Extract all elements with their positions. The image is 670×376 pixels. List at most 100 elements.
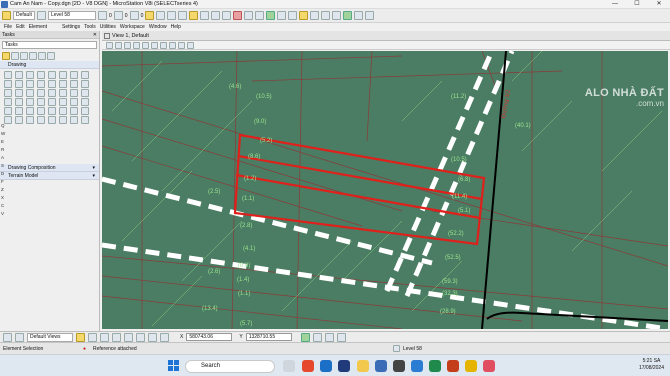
- levels-icon[interactable]: [288, 11, 298, 20]
- menu-settings[interactable]: Settings: [62, 24, 80, 30]
- measure-distance-tool-icon[interactable]: [4, 107, 12, 115]
- scale-tool-icon[interactable]: [37, 89, 45, 97]
- color-icon[interactable]: [98, 11, 107, 20]
- drop-tool-icon[interactable]: [70, 98, 78, 106]
- next-view-icon[interactable]: [169, 41, 176, 49]
- file-explorer-icon[interactable]: [357, 360, 369, 372]
- taskbar-search[interactable]: Search: [185, 360, 275, 373]
- fillet-tool-icon[interactable]: [26, 98, 34, 106]
- align-tool-icon[interactable]: [59, 116, 67, 124]
- trim-tool-icon[interactable]: [81, 89, 89, 97]
- measure-area-tool-icon[interactable]: [15, 107, 23, 115]
- y-coordinate-field[interactable]: 1328710.55: [245, 333, 292, 341]
- copy-icon[interactable]: [178, 11, 188, 20]
- system-tray-clock[interactable]: 5:21 SA 17/08/2024: [639, 358, 664, 372]
- line-style-value[interactable]: 0: [125, 13, 128, 19]
- drawing-composition-header[interactable]: Drawing Composition ▾: [0, 164, 99, 172]
- views-select[interactable]: Default Views: [27, 332, 73, 342]
- undo-icon[interactable]: [354, 11, 364, 20]
- settings-icon[interactable]: [3, 332, 12, 342]
- pattern-tool-icon[interactable]: [47, 52, 55, 60]
- zalo-icon[interactable]: [465, 360, 477, 372]
- view-attributes-icon[interactable]: [178, 41, 185, 49]
- thaw-tool-icon[interactable]: [37, 116, 45, 124]
- polygon-tool-icon[interactable]: [59, 71, 67, 79]
- delete-tool-icon[interactable]: [20, 52, 28, 60]
- view-5-button[interactable]: [124, 332, 133, 342]
- stretch-tool-icon[interactable]: [70, 116, 78, 124]
- windows-start-icon[interactable]: [168, 360, 179, 371]
- menu-utilities[interactable]: Utilities: [100, 24, 116, 30]
- line-weight-value[interactable]: 0: [141, 13, 144, 19]
- key-in-icon[interactable]: [299, 11, 309, 20]
- pattern-area-tool-icon[interactable]: [15, 116, 23, 124]
- move-icon[interactable]: [167, 11, 177, 20]
- level-display-icon[interactable]: [37, 11, 46, 20]
- array-tool-icon[interactable]: [59, 89, 67, 97]
- view-menu-icon[interactable]: [104, 33, 110, 39]
- maximize-button[interactable]: ☐: [626, 0, 648, 9]
- lock-icon[interactable]: [324, 332, 334, 342]
- multiline-tool-icon[interactable]: [26, 80, 34, 88]
- spin-tool-icon[interactable]: [81, 116, 89, 124]
- shape-tool-icon[interactable]: [81, 71, 89, 79]
- line-tool-icon[interactable]: [4, 71, 12, 79]
- pan-view-icon[interactable]: [151, 41, 158, 49]
- move-tool-icon[interactable]: [4, 89, 12, 97]
- text-icon[interactable]: [244, 11, 254, 20]
- accudraw-icon[interactable]: [310, 11, 320, 20]
- photos-icon[interactable]: [483, 360, 495, 372]
- properties-icon[interactable]: [332, 11, 342, 20]
- view-2-button[interactable]: [88, 332, 97, 342]
- menu-workspace[interactable]: Workspace: [120, 24, 145, 30]
- hatch-tool-icon[interactable]: [70, 80, 78, 88]
- active-model-icon[interactable]: [2, 11, 11, 20]
- color-value[interactable]: 0: [109, 13, 112, 19]
- arc-tool-icon[interactable]: [26, 71, 34, 79]
- model-select[interactable]: Default: [13, 11, 35, 20]
- offset-tool-icon[interactable]: [70, 89, 78, 97]
- view-7-button[interactable]: [148, 332, 157, 342]
- window-area-icon[interactable]: [124, 41, 131, 49]
- copy-tool-icon[interactable]: [15, 89, 23, 97]
- measure-angle-tool-icon[interactable]: [26, 107, 34, 115]
- line-style-icon[interactable]: [113, 11, 123, 20]
- print-icon[interactable]: [321, 11, 331, 20]
- extend-tool-icon[interactable]: [4, 98, 12, 106]
- select-tool-icon[interactable]: [2, 52, 10, 60]
- measure-icon[interactable]: [200, 11, 210, 20]
- edge-icon[interactable]: [320, 360, 332, 372]
- powerpoint-icon[interactable]: [447, 360, 459, 372]
- excel-icon[interactable]: [429, 360, 441, 372]
- microstation-taskbar-icon[interactable]: [375, 360, 387, 372]
- line-weight-icon[interactable]: [129, 11, 139, 20]
- note-tool-icon[interactable]: [48, 80, 56, 88]
- drawing-canvas[interactable]: (4.6) (10.5) (9.0) (5.2) (8.6) (1.2) (1.1) (2.5…: [102, 51, 668, 329]
- attribute-tool-icon[interactable]: [29, 52, 37, 60]
- break-tool-icon[interactable]: [15, 98, 23, 106]
- view-1-button[interactable]: [76, 332, 85, 342]
- view-8-button[interactable]: [160, 332, 169, 342]
- previous-view-icon[interactable]: [160, 41, 167, 49]
- rotate-view-icon[interactable]: [142, 41, 149, 49]
- menu-window[interactable]: Window: [149, 24, 167, 30]
- snap-icon[interactable]: [189, 11, 199, 20]
- app-icon[interactable]: [338, 360, 350, 372]
- block-tool-icon[interactable]: [70, 71, 78, 79]
- rotate-icon[interactable]: [211, 11, 221, 20]
- level-select[interactable]: Level 58: [48, 11, 96, 20]
- tentative-icon[interactable]: [336, 332, 346, 342]
- fence-tool-icon[interactable]: [11, 52, 19, 60]
- curve-tool-icon[interactable]: [4, 80, 12, 88]
- close-icon[interactable]: ✕: [93, 31, 97, 39]
- task-view-icon[interactable]: [283, 360, 295, 372]
- zoom-in-icon[interactable]: [106, 41, 113, 49]
- text-tool-icon[interactable]: [37, 80, 45, 88]
- dimension-icon[interactable]: [255, 11, 265, 20]
- dimension-tool-icon[interactable]: [59, 80, 67, 88]
- zoom-out-icon[interactable]: [115, 41, 122, 49]
- create-complex-tool-icon[interactable]: [81, 98, 89, 106]
- x-coordinate-field[interactable]: 580743.06: [186, 333, 233, 341]
- chamfer-tool-icon[interactable]: [37, 98, 45, 106]
- group-tool-icon[interactable]: [38, 52, 46, 60]
